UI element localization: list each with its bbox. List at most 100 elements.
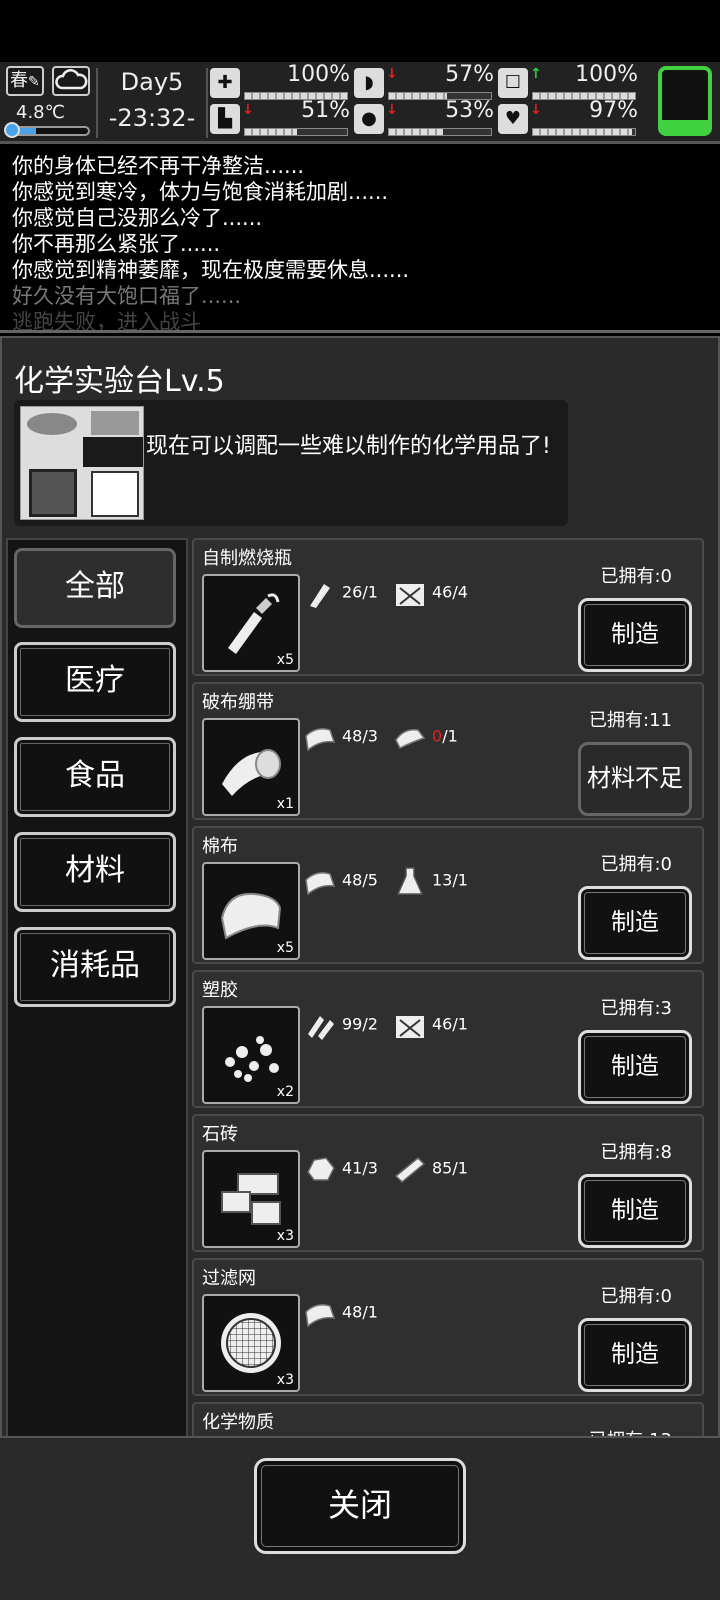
- log-line: 你感觉自己没那么冷了......: [12, 206, 263, 230]
- material-have: 48: [342, 726, 363, 746]
- stat-value: 97%: [589, 98, 638, 123]
- material-need: /2: [362, 1014, 378, 1034]
- recipe-item[interactable]: 塑胶 x2 99/2 46/1 制造 已拥有:3: [192, 970, 704, 1108]
- stat-mood: ☐ ↑ 100%: [498, 62, 640, 102]
- water-drop-icon: ●: [354, 104, 384, 134]
- feather-icon: ✎: [28, 74, 40, 90]
- season-label: 春: [10, 70, 28, 91]
- log-line: 你感觉到精神萎靡，现在极度需要休息......: [12, 258, 410, 282]
- insufficient-materials-button[interactable]: 材料不足: [578, 742, 692, 816]
- owned-count: 已拥有:3: [600, 998, 672, 1019]
- stat-stamina: ▙ ↓ 51%: [210, 98, 352, 138]
- rags-icon: [304, 866, 336, 896]
- arrow-down-icon: ↓: [386, 102, 398, 118]
- heart-icon: ♥: [498, 104, 528, 134]
- recipe-item[interactable]: 棉布 x5 48/5 13/1 制造 已拥有:0: [192, 826, 704, 964]
- log-line: 逃跑失败，进入战斗: [12, 310, 201, 333]
- material-have: 46: [432, 1014, 453, 1034]
- status-bar: 春✎ 4.8℃ Day5 -23:32- ✚ 100% ◗ ↓ 57% ☐ ↑ 100% ▙ ↓ 5…: [0, 62, 720, 144]
- temperature-text: 4.8℃: [16, 102, 65, 123]
- category-all[interactable]: 全部: [14, 548, 176, 628]
- fuel-can-icon: [394, 578, 426, 608]
- rags-icon: [304, 722, 336, 752]
- material-have: 41: [342, 1158, 363, 1178]
- material-requirement: 46/4: [394, 578, 468, 612]
- craft-button[interactable]: 制造: [578, 598, 692, 672]
- item-icon: [218, 1022, 284, 1088]
- day-counter: Day5: [120, 68, 184, 96]
- medkit-icon: ✚: [210, 68, 240, 98]
- craft-button[interactable]: 制造: [578, 1174, 692, 1248]
- owned-count: 已拥有:8: [600, 1142, 672, 1163]
- recipe-list[interactable]: 自制燃烧瓶 x5 26/1 46/4 制造 已拥有:0 破布绷带 x1 48/3 0/1 材料不足已…: [190, 538, 708, 1436]
- recipe-name: 石砖: [202, 1124, 238, 1145]
- log-line: 你的身体已经不再干净整洁......: [12, 154, 305, 178]
- stat-spirit: ♥ ↓ 97%: [498, 98, 640, 138]
- recipe-item[interactable]: 石砖 x3 41/3 85/1 制造 已拥有:8: [192, 1114, 704, 1252]
- mask-icon: ☐: [498, 68, 528, 98]
- season-indicator: 春✎: [6, 66, 44, 96]
- item-icon: [218, 878, 284, 944]
- category-consumables[interactable]: 消耗品: [14, 927, 176, 1007]
- thermometer-icon: [4, 122, 20, 138]
- boot-icon: ▙: [210, 104, 240, 134]
- owned-count: 已拥有:11: [589, 710, 672, 731]
- flask-icon: [394, 866, 426, 896]
- material-have: 0: [432, 726, 443, 746]
- craft-button[interactable]: 制造: [578, 1318, 692, 1392]
- stat-bar: [244, 128, 348, 136]
- recipe-name: 破布绷带: [202, 692, 274, 713]
- cloud-icon: [52, 66, 90, 96]
- rags-icon: [304, 1298, 336, 1328]
- recipe-item[interactable]: 自制燃烧瓶 x5 26/1 46/4 制造 已拥有:0: [192, 538, 704, 676]
- category-food[interactable]: 食品: [14, 737, 176, 817]
- recipe-name: 塑胶: [202, 980, 238, 1001]
- category-materials[interactable]: 材料: [14, 832, 176, 912]
- recipe-name: 棉布: [202, 836, 238, 857]
- arrow-up-icon: ↑: [530, 66, 542, 82]
- craft-button[interactable]: 制造: [578, 886, 692, 960]
- battery-icon: [658, 66, 712, 136]
- material-requirement: 13/1: [394, 866, 468, 900]
- close-button[interactable]: 关闭: [254, 1458, 466, 1554]
- material-need: /5: [362, 870, 378, 890]
- message-log[interactable]: 你的身体已经不再干净整洁...... 你感觉到寒冷，体力与饱食消耗加剧.....…: [0, 147, 720, 333]
- material-requirement: 48/5: [304, 866, 378, 900]
- fuel-can-icon: [394, 1010, 426, 1040]
- recipe-image: x5: [202, 574, 300, 672]
- yield-quantity: x3: [276, 1228, 294, 1244]
- material-need: /1: [362, 582, 378, 602]
- stat-bar: [532, 128, 636, 136]
- material-have: 13: [432, 870, 453, 890]
- recipe-item[interactable]: 破布绷带 x1 48/3 0/1 材料不足 已拥有:11: [192, 682, 704, 820]
- yield-quantity: x1: [276, 796, 294, 812]
- bottle-icon: [304, 578, 336, 608]
- station-title: 化学实验台Lv.5: [14, 364, 225, 399]
- yield-quantity: x5: [276, 652, 294, 668]
- craft-button[interactable]: 制造: [578, 1030, 692, 1104]
- category-medical[interactable]: 医疗: [14, 642, 176, 722]
- log-line: 你感觉到寒冷，体力与饱食消耗加剧......: [12, 180, 389, 204]
- item-icon: [218, 590, 284, 656]
- material-need: /1: [362, 1302, 378, 1322]
- recipe-item[interactable]: 过滤网 x3 48/1 制造 已拥有:0: [192, 1258, 704, 1396]
- stat-thirst: ● ↓ 53%: [354, 98, 496, 138]
- stat-hunger: ◗ ↓ 57%: [354, 62, 496, 102]
- item-icon: [218, 1166, 284, 1232]
- stomach-icon: ◗: [354, 68, 384, 98]
- recipe-item[interactable]: 化学物质已拥有:13: [192, 1402, 704, 1436]
- station-description: 现在可以调配一些难以制作的化学用品了!: [146, 434, 551, 459]
- category-sidebar: 全部 医疗 食品 材料 消耗品: [6, 538, 188, 1438]
- yield-quantity: x5: [276, 940, 294, 956]
- recipe-image: x2: [202, 1006, 300, 1104]
- owned-count: 已拥有:13: [589, 1426, 672, 1436]
- clock-time: -23:32-: [108, 104, 196, 132]
- material-have: 26: [342, 582, 363, 602]
- material-have: 46: [432, 582, 453, 602]
- stat-value: 57%: [445, 62, 494, 87]
- recipe-image: x3: [202, 1150, 300, 1248]
- recipe-name: 化学物质: [202, 1412, 274, 1433]
- stat-health: ✚ 100%: [210, 62, 352, 102]
- material-requirement: 48/1: [304, 1298, 378, 1332]
- material-have: 85: [432, 1158, 453, 1178]
